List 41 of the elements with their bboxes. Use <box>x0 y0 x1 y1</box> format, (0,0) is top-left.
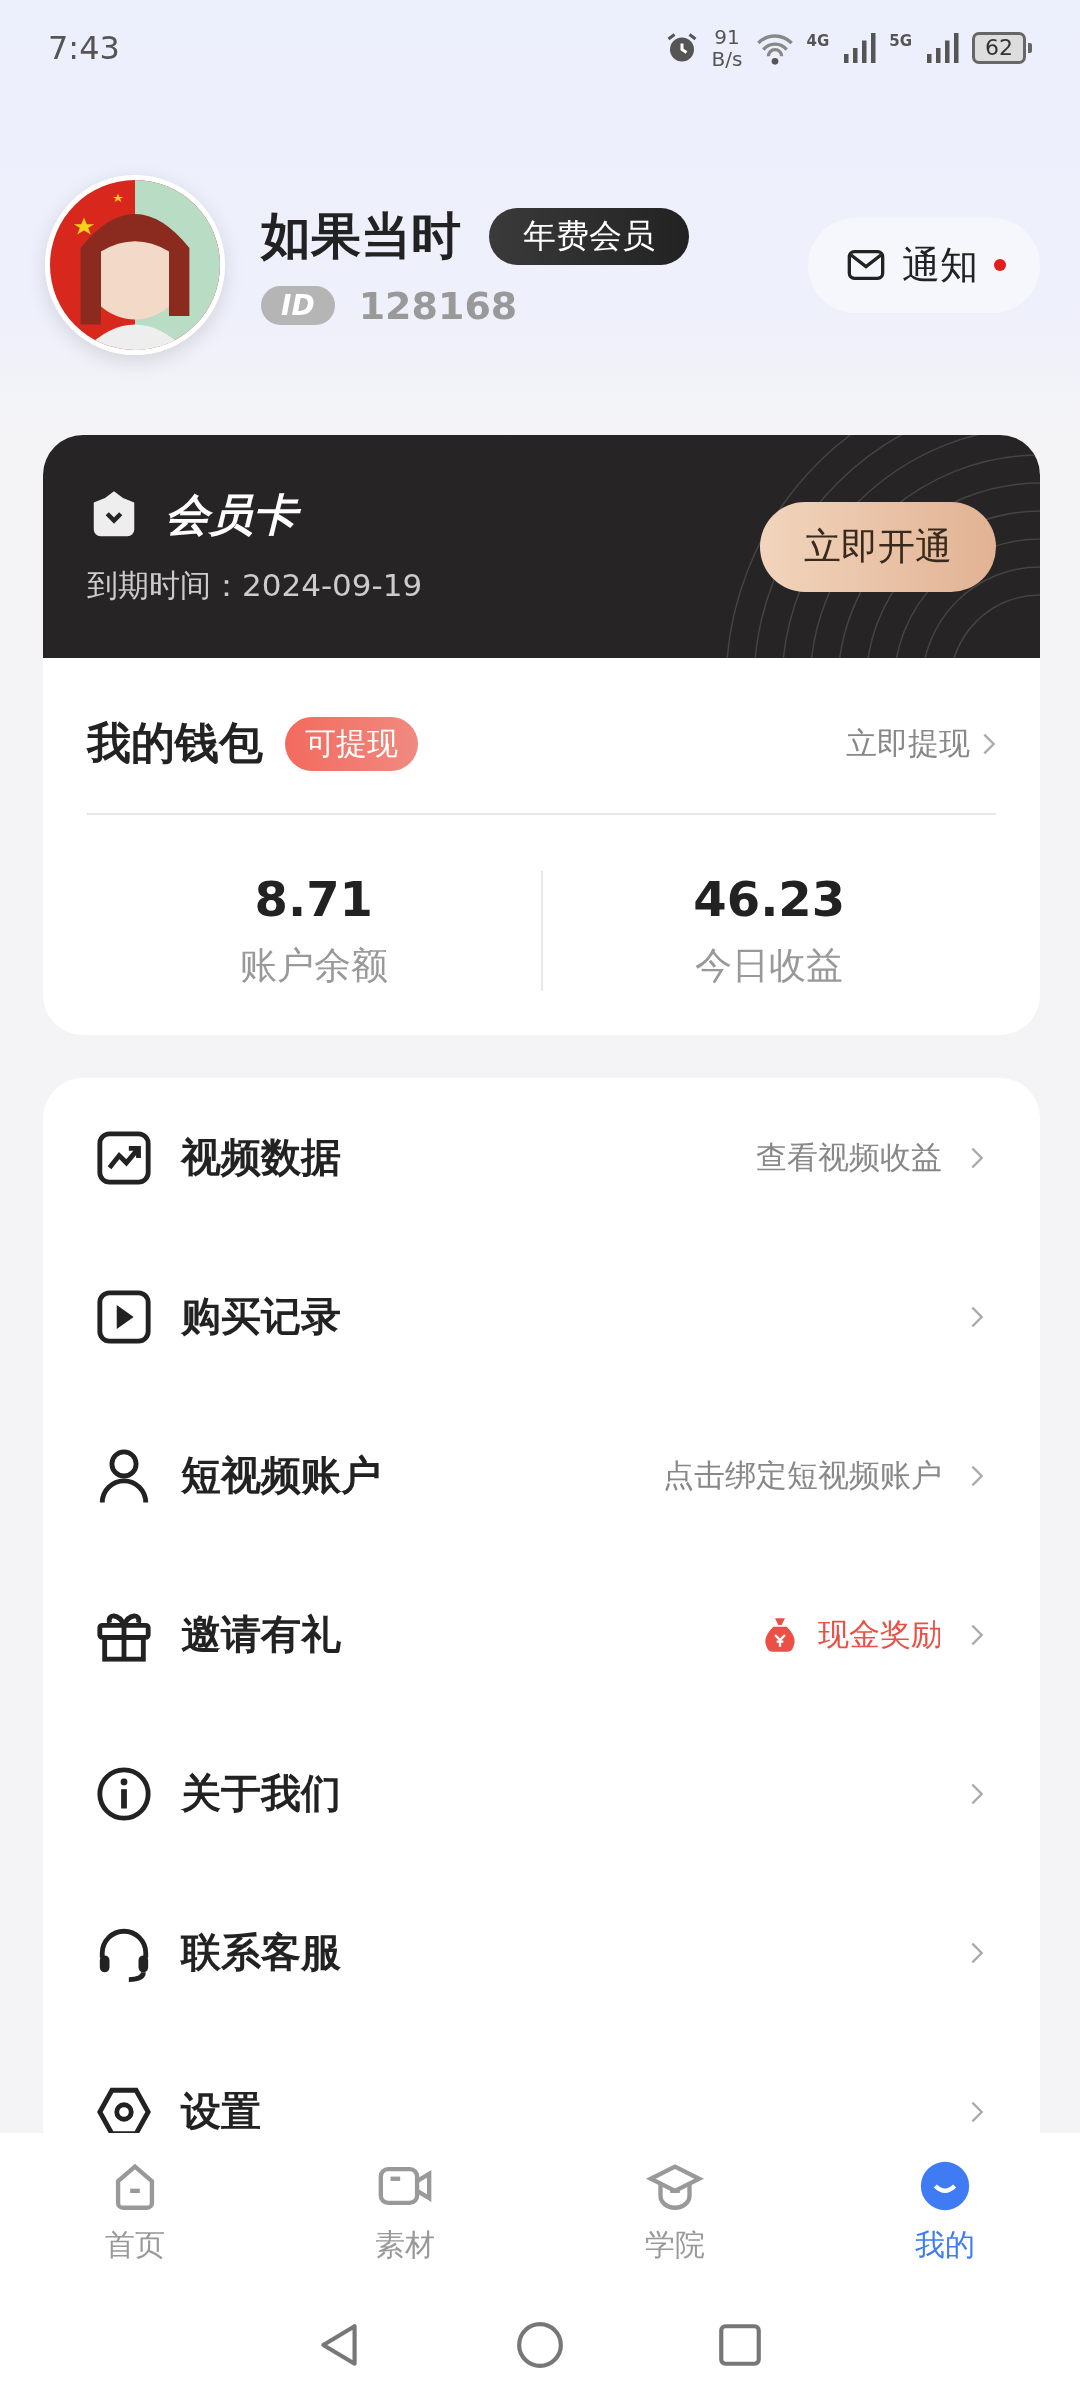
menu-item-label: 短视频账户 <box>181 1451 382 1500</box>
menu-item[interactable]: 短视频账户 点击绑定短视频账户 <box>43 1396 1040 1555</box>
menu-item-label: 邀请有礼 <box>181 1610 342 1659</box>
stat-label: 账户余额 <box>239 943 388 989</box>
menu-item[interactable]: 视频数据 查看视频收益 <box>43 1078 1040 1237</box>
network-speed-unit: B/s <box>711 47 743 70</box>
stat-value: 46.23 <box>693 871 846 927</box>
menu-item[interactable]: 设置 <box>43 2032 1040 2133</box>
menu-item-label: 视频数据 <box>181 1133 342 1182</box>
menu-item[interactable]: 邀请有礼 现金奖励 <box>43 1555 1040 1714</box>
menu-item-hint: 查看视频收益 <box>756 1137 942 1177</box>
menu-item-label: 设置 <box>181 2087 262 2133</box>
wallet-title: 我的钱包 <box>87 716 263 770</box>
user-id: 128168 <box>358 283 518 328</box>
withdrawable-badge: 可提现 <box>285 716 418 771</box>
activate-button[interactable]: 立即开通 <box>760 501 996 592</box>
id-badge: ID <box>261 286 335 325</box>
tab[interactable]: 我的 <box>810 2157 1080 2266</box>
expiry-date: 到期时间：2024-09-19 <box>87 566 424 605</box>
stat-label: 今日收益 <box>695 943 844 989</box>
menu-item[interactable]: 关于我们 <box>43 1714 1040 1873</box>
clock-time: 7:43 <box>48 28 121 67</box>
reward-hint: 现金奖励 <box>818 1614 942 1654</box>
menu-item-hint: 点击绑定短视频账户 <box>663 1455 942 1495</box>
menu-item-label: 联系客服 <box>181 1928 342 1977</box>
membership-badge: 年费会员 <box>489 207 689 265</box>
network-speed: 91 <box>714 25 740 48</box>
info-icon <box>95 1764 153 1823</box>
home-button-icon <box>515 2320 565 2370</box>
network-type: 5G <box>889 31 912 50</box>
chart-trend-icon <box>95 1128 153 1187</box>
play-icon <box>95 1287 153 1346</box>
menu-item-label: 购买记录 <box>181 1292 342 1341</box>
menu-item[interactable]: 购买记录 <box>43 1237 1040 1396</box>
menu-item[interactable]: 联系客服 <box>43 1873 1040 2032</box>
network-type: 4G <box>806 31 830 50</box>
stat-value: 8.71 <box>254 871 373 927</box>
menu-item-label: 关于我们 <box>181 1769 342 1818</box>
user-name: 如果当时 <box>261 205 461 267</box>
withdraw-link[interactable]: 立即提现 <box>846 722 996 765</box>
notification-button[interactable]: 通知 <box>808 217 1040 313</box>
